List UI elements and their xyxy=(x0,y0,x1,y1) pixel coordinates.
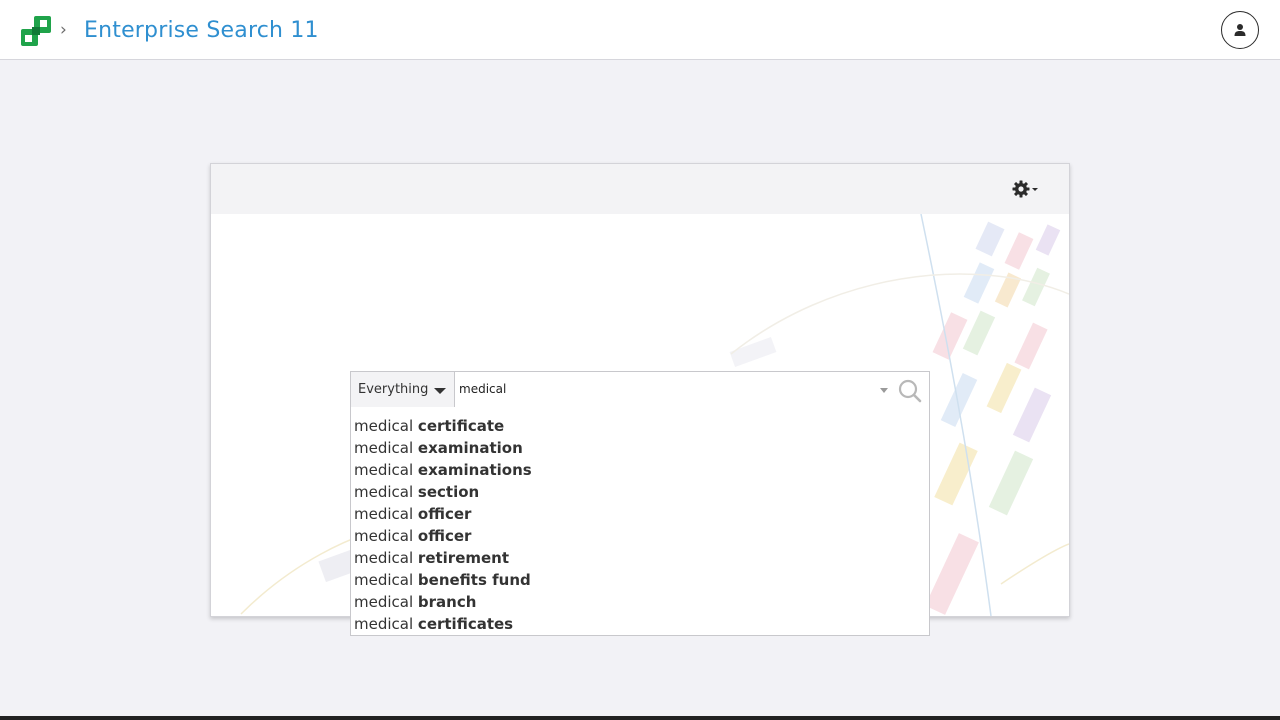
suggestion-prefix: medical xyxy=(354,593,414,611)
suggestion-completion: certificates xyxy=(417,615,514,633)
top-bar: › Enterprise Search 11 xyxy=(0,0,1280,60)
user-icon xyxy=(1234,24,1246,36)
suggestion-item[interactable]: medical examinations xyxy=(351,459,929,481)
suggestion-prefix: medical xyxy=(354,571,414,589)
panel-header xyxy=(211,164,1069,214)
suggestion-item[interactable]: medical retirement xyxy=(351,547,929,569)
suggestion-item[interactable]: medical branch xyxy=(351,591,929,613)
scope-label: Everything xyxy=(358,382,429,397)
search-history-caret-icon[interactable] xyxy=(880,388,888,393)
suggestion-completion: benefits fund xyxy=(417,571,531,589)
scope-dropdown[interactable]: Everything xyxy=(351,372,455,407)
chevron-right-icon: › xyxy=(60,20,67,40)
suggestion-item[interactable]: medical officer xyxy=(351,525,929,547)
suggestion-prefix: medical xyxy=(354,439,414,457)
suggestion-item[interactable]: medical certificate xyxy=(351,415,929,437)
suggestion-completion: examinations xyxy=(417,461,532,479)
suggestion-prefix: medical xyxy=(354,549,414,567)
app-logo-icon[interactable] xyxy=(20,15,52,47)
suggestion-item[interactable]: medical section xyxy=(351,481,929,503)
suggestion-completion: examination xyxy=(417,439,523,457)
suggestion-completion: officer xyxy=(417,527,472,545)
suggestion-prefix: medical xyxy=(354,483,414,501)
gear-icon xyxy=(1012,180,1030,198)
suggestion-prefix: medical xyxy=(354,615,414,633)
suggestion-completion: certificate xyxy=(417,417,505,435)
taskbar-edge xyxy=(0,716,1280,720)
suggestion-prefix: medical xyxy=(354,461,414,479)
suggestion-item[interactable]: medical officer xyxy=(351,503,929,525)
suggestion-item[interactable]: medical certificates xyxy=(351,613,929,635)
suggestion-completion: section xyxy=(417,483,480,501)
suggestion-item[interactable]: medical examination xyxy=(351,437,929,459)
chevron-down-icon xyxy=(1032,188,1038,191)
search-icon[interactable] xyxy=(897,379,923,403)
suggestion-prefix: medical xyxy=(354,417,414,435)
suggestion-item[interactable]: medical benefits fund xyxy=(351,569,929,591)
autocomplete-list: medical certificate medical examination me… xyxy=(350,407,930,636)
suggestion-completion: officer xyxy=(417,505,472,523)
app-title[interactable]: Enterprise Search 11 xyxy=(84,17,319,45)
dropdown-arrow-icon xyxy=(434,387,447,394)
suggestion-completion: retirement xyxy=(417,549,510,567)
search-bar: Everything xyxy=(350,371,930,408)
suggestion-completion: branch xyxy=(417,593,477,611)
search-input[interactable] xyxy=(459,378,869,400)
settings-button[interactable] xyxy=(1012,178,1040,200)
suggestion-prefix: medical xyxy=(354,505,414,523)
suggestion-prefix: medical xyxy=(354,527,414,545)
user-menu-button[interactable] xyxy=(1221,11,1259,49)
